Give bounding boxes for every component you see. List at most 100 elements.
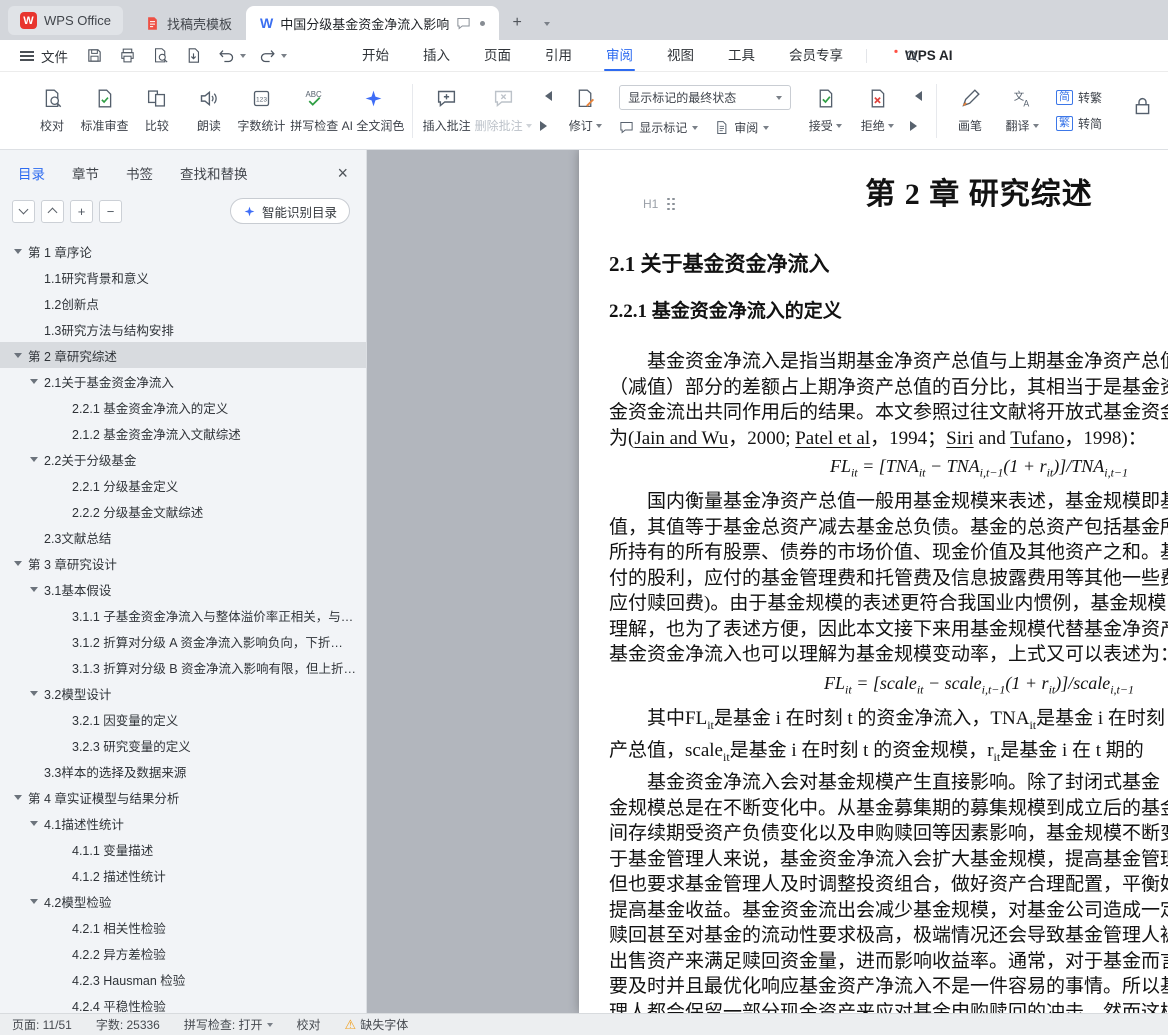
toc-item[interactable]: 2.2.1 基金资金净流入的定义	[0, 394, 366, 420]
file-menu-button[interactable]: 文件	[10, 46, 78, 66]
undo-button[interactable]	[214, 44, 238, 68]
print-preview-button[interactable]	[148, 44, 172, 68]
toc-item[interactable]: 2.1关于基金资金净流入	[0, 368, 366, 394]
tab-template-document[interactable]: 找稿壳模板	[131, 6, 246, 40]
toc-item[interactable]: 4.2.1 相关性检验	[0, 914, 366, 940]
toc-item[interactable]: 3.3样本的选择及数据来源	[0, 758, 366, 784]
toc-item[interactable]: 3.1基本假设	[0, 576, 366, 602]
toc-collapse-caret-icon[interactable]	[30, 895, 44, 908]
compare-button[interactable]: 比较	[131, 84, 183, 138]
panel-tab-find-replace[interactable]: 查找和替换	[180, 163, 248, 183]
toc-item[interactable]: 2.1.2 基金资金净流入文献综述	[0, 420, 366, 446]
track-changes-button[interactable]: 修订	[559, 84, 611, 138]
undo-dropdown-caret[interactable]	[240, 54, 246, 61]
panel-tab-contents[interactable]: 目录	[18, 163, 45, 183]
toc-item[interactable]: 2.2.1 分级基金定义	[0, 472, 366, 498]
tab-wps-office[interactable]: W WPS Office	[8, 6, 123, 35]
insert-comment-button[interactable]: 插入批注	[420, 84, 473, 138]
toc-item[interactable]: 1.2创新点	[0, 290, 366, 316]
toc-collapse-caret-icon[interactable]	[30, 687, 44, 700]
expand-all-button[interactable]	[12, 199, 35, 223]
toc-item[interactable]: 1.1研究背景和意义	[0, 264, 366, 290]
collapse-all-button[interactable]	[41, 199, 64, 223]
zoom-in-outline-button[interactable]: +	[70, 199, 93, 223]
toc-collapse-caret-icon[interactable]	[30, 817, 44, 830]
redo-dropdown-caret[interactable]	[281, 54, 287, 61]
toc-collapse-caret-icon[interactable]	[30, 453, 44, 466]
smart-toc-button[interactable]: 智能识别目录	[229, 198, 350, 224]
tab-current-document[interactable]: W 中国分级基金资金净流入影响	[245, 6, 500, 40]
reject-changes-button[interactable]: 拒绝	[851, 84, 903, 138]
document-page[interactable]: H1 第 2 章 研究综述 2.1 关于基金资金净流入 2.2.1 基金资金净流…	[579, 150, 1168, 1013]
close-panel-button[interactable]: ×	[337, 164, 348, 182]
toc-collapse-caret-icon[interactable]	[14, 349, 28, 362]
toc-item[interactable]: 4.2.2 异方差检验	[0, 940, 366, 966]
menu-tab-review[interactable]: 审阅	[589, 40, 650, 71]
ai-polish-button[interactable]: AI 全文润色	[341, 84, 406, 138]
search-button[interactable]	[900, 44, 924, 68]
missing-font-warning[interactable]: ⚠ 缺失字体	[345, 1016, 409, 1033]
standard-review-button[interactable]: 标准审查	[78, 84, 131, 138]
toc-item[interactable]: 4.1.1 变量描述	[0, 836, 366, 862]
menu-tab-home[interactable]: 开始	[345, 40, 406, 71]
new-tab-button[interactable]: +	[505, 11, 529, 35]
toc-collapse-caret-icon[interactable]	[30, 583, 44, 596]
proofread-button[interactable]: 校对	[26, 84, 78, 138]
toc-item[interactable]: 2.2关于分级基金	[0, 446, 366, 472]
toc-item[interactable]: 第 2 章研究综述	[0, 342, 366, 368]
show-markup-button[interactable]: 显示标记	[619, 119, 699, 136]
menu-tab-view[interactable]: 视图	[650, 40, 711, 71]
accept-changes-button[interactable]: 接受	[799, 84, 851, 138]
next-change-button[interactable]	[906, 117, 926, 135]
page-indicator[interactable]: 页面: 11/51	[12, 1016, 72, 1033]
toc-collapse-caret-icon[interactable]	[14, 245, 28, 258]
toc-collapse-caret-icon[interactable]	[14, 791, 28, 804]
panel-tab-bookmarks[interactable]: 书签	[126, 163, 153, 183]
toc-item[interactable]: 4.2.4 平稳性检验	[0, 992, 366, 1014]
next-comment-button[interactable]	[536, 117, 556, 135]
toc-item[interactable]: 4.2模型检验	[0, 888, 366, 914]
translate-button[interactable]: 翻译	[996, 84, 1048, 138]
zoom-out-outline-button[interactable]: −	[99, 199, 122, 223]
toc-item[interactable]: 3.1.2 折算对分级 A 资金净流入影响负向，下折…	[0, 628, 366, 654]
toc-item[interactable]: 1.3研究方法与结构安排	[0, 316, 366, 342]
toc-item[interactable]: 第 4 章实证模型与结果分析	[0, 784, 366, 810]
menu-tab-membership[interactable]: 会员专享	[772, 40, 860, 71]
menu-tab-insert[interactable]: 插入	[406, 40, 467, 71]
toc-item[interactable]: 3.1.1 子基金资金净流入与整体溢价率正相关，与…	[0, 602, 366, 628]
menu-tab-tools[interactable]: 工具	[711, 40, 772, 71]
previous-change-button[interactable]	[906, 87, 926, 105]
redo-button[interactable]	[255, 44, 279, 68]
toc-item[interactable]: 第 3 章研究设计	[0, 550, 366, 576]
export-pdf-button[interactable]	[181, 44, 205, 68]
toc-item[interactable]: 3.2模型设计	[0, 680, 366, 706]
toc-item[interactable]: 第 1 章序论	[0, 238, 366, 264]
toc-collapse-caret-icon[interactable]	[30, 375, 44, 388]
toc-item[interactable]: 3.1.3 折算对分级 B 资金净流入影响有限，但上折…	[0, 654, 366, 680]
toc-item[interactable]: 2.2.2 分级基金文献综述	[0, 498, 366, 524]
word-count-button[interactable]: 字数统计	[235, 84, 288, 138]
to-simplified-button[interactable]: 繁 转简	[1056, 115, 1102, 132]
markup-state-dropdown[interactable]: 显示标记的最终状态	[619, 85, 792, 110]
to-traditional-button[interactable]: 简 转繁	[1056, 89, 1102, 106]
toc-item[interactable]: 4.1.2 描述性统计	[0, 862, 366, 888]
toc-item[interactable]: 4.2.3 Hausman 检验	[0, 966, 366, 992]
spell-check-button[interactable]: 拼写检查	[288, 84, 341, 138]
previous-comment-button[interactable]	[536, 87, 556, 105]
word-count-indicator[interactable]: 字数: 25336	[96, 1016, 160, 1033]
toc-item[interactable]: 3.2.1 因变量的定义	[0, 706, 366, 732]
toc-item[interactable]: 2.3文献总结	[0, 524, 366, 550]
toc-item[interactable]: 4.1描述性统计	[0, 810, 366, 836]
save-button[interactable]	[82, 44, 106, 68]
toc-collapse-caret-icon[interactable]	[14, 557, 28, 570]
menu-tab-page[interactable]: 页面	[467, 40, 528, 71]
print-button[interactable]	[115, 44, 139, 68]
review-pane-button[interactable]: 审阅	[714, 119, 770, 136]
drag-handle-icon[interactable]	[667, 197, 675, 211]
menu-tab-reference[interactable]: 引用	[528, 40, 589, 71]
pen-button[interactable]: 画笔	[944, 84, 996, 138]
restrict-editing-button[interactable]	[1116, 92, 1168, 129]
spellcheck-status[interactable]: 拼写检查: 打开	[184, 1016, 273, 1033]
read-aloud-button[interactable]: 朗读	[183, 84, 235, 138]
panel-tab-chapters[interactable]: 章节	[72, 163, 99, 183]
